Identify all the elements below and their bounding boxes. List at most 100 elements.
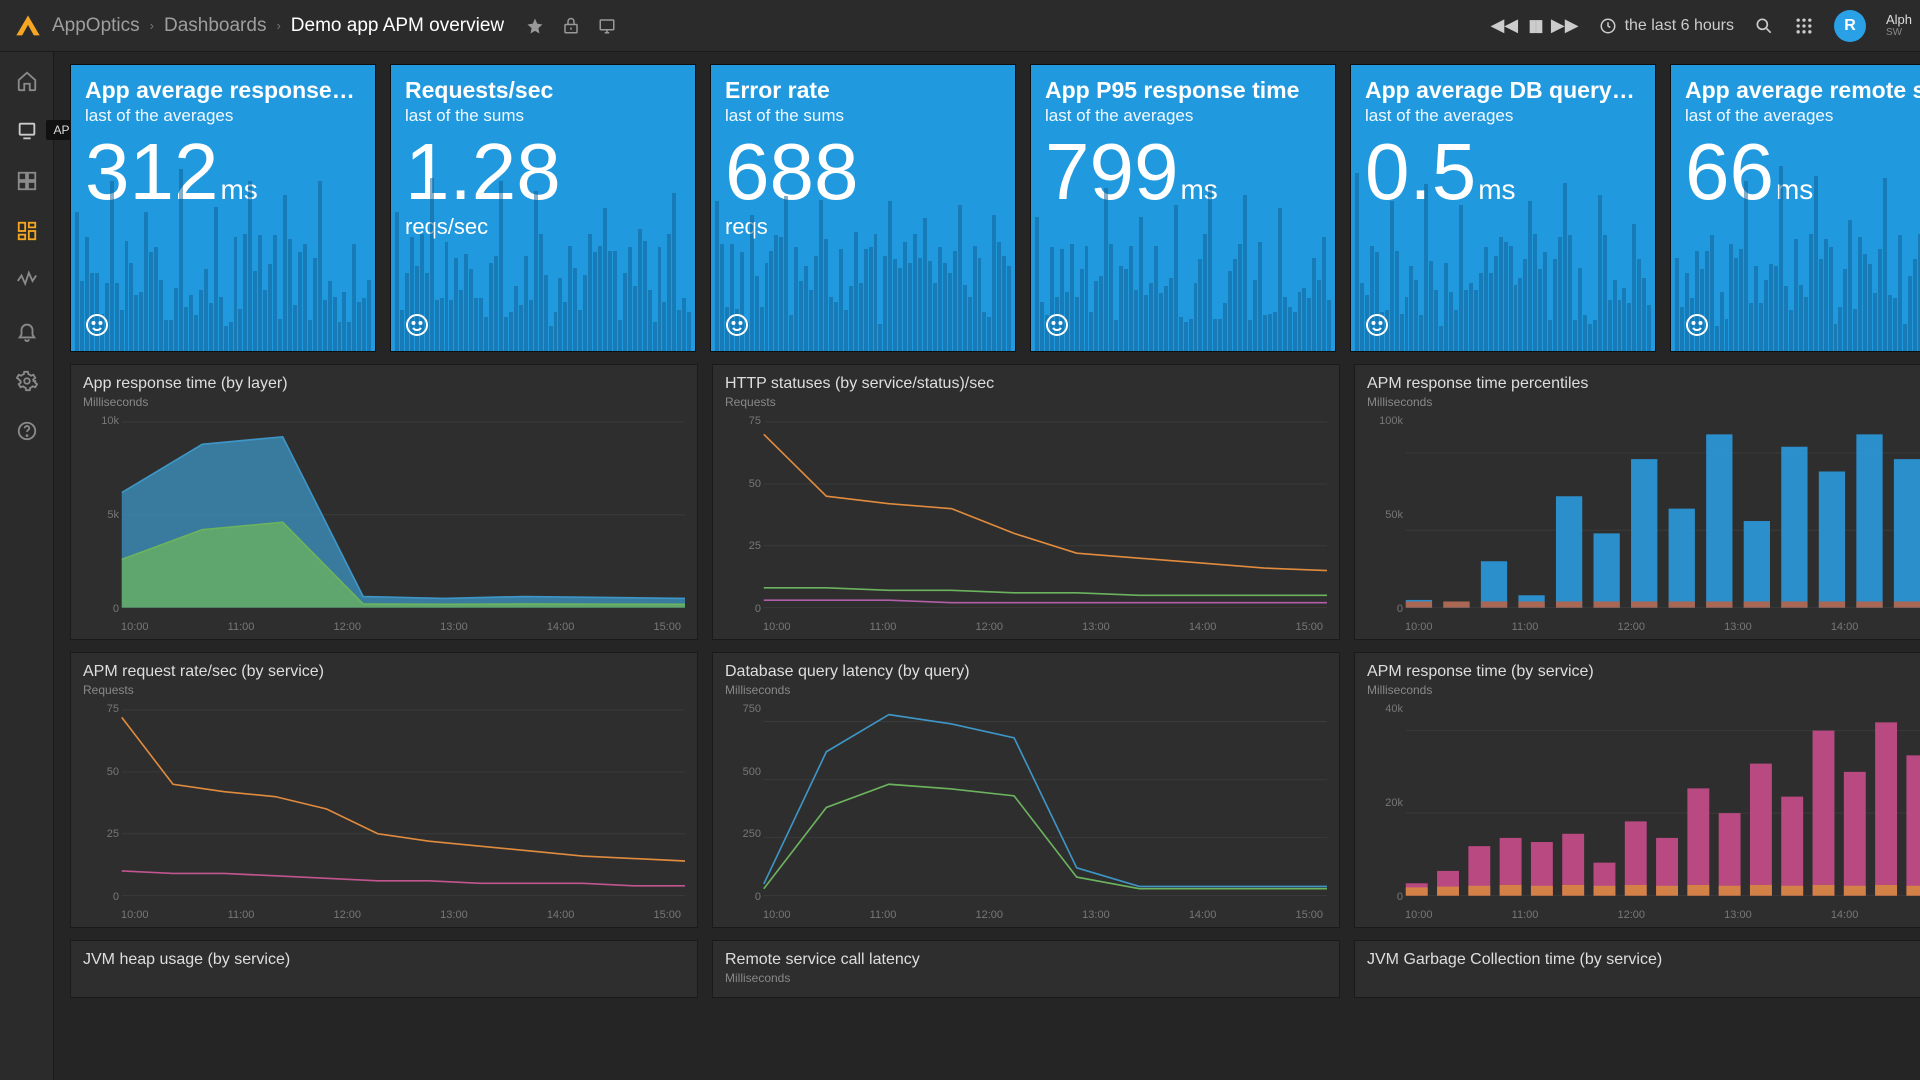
star-icon[interactable] xyxy=(526,17,544,35)
chevron-right-icon: › xyxy=(276,18,280,33)
chart-panel[interactable]: APM response time (by service) Milliseco… xyxy=(1354,652,1920,928)
chart-panel[interactable]: APM response time percentiles Millisecon… xyxy=(1354,364,1920,640)
timerange-picker[interactable]: the last 6 hours xyxy=(1599,17,1734,35)
panel-subtitle: Requests xyxy=(83,683,685,697)
panel-title: Remote service call latency xyxy=(725,951,1327,969)
x-axis: 10:0011:0012:0013:0014:0015:00 xyxy=(1405,621,1920,633)
chart-plot[interactable]: 10k5k0 10:0011:0012:0013:0014:0015:00 xyxy=(83,415,685,633)
tile-title: App average response ti… xyxy=(85,77,361,104)
breadcrumb: AppOptics › Dashboards › Demo app APM ov… xyxy=(52,15,504,37)
metrics-icon[interactable] xyxy=(16,270,38,292)
chart-row-3: JVM heap usage (by service) Remote servi… xyxy=(70,940,1920,998)
pause-icon[interactable]: ▮▮ xyxy=(1528,16,1541,36)
sidebar-rail: APM xyxy=(0,52,54,1080)
tile-sparkline xyxy=(391,181,695,351)
smiley-icon xyxy=(1685,313,1709,337)
metric-tile[interactable]: Error rate last of the sums 688 reqs xyxy=(710,64,1016,352)
x-axis: 10:0011:0012:0013:0014:0015:00 xyxy=(121,909,681,921)
smiley-icon xyxy=(1045,313,1069,337)
apps-grid-icon[interactable] xyxy=(1794,16,1814,36)
tile-sparkline xyxy=(1351,181,1655,351)
tile-subtitle: last of the averages xyxy=(1045,106,1321,126)
home-icon[interactable] xyxy=(16,70,38,92)
panel-subtitle: Milliseconds xyxy=(83,395,685,409)
metric-tile[interactable]: Requests/sec last of the sums 1.28 reqs/… xyxy=(390,64,696,352)
panel-title: APM response time percentiles xyxy=(1367,375,1920,393)
panel-title: JVM Garbage Collection time (by service) xyxy=(1367,951,1920,969)
share-icon[interactable] xyxy=(562,17,580,35)
panel-title: Database query latency (by query) xyxy=(725,663,1327,681)
chart-panel[interactable]: Remote service call latency Milliseconds xyxy=(712,940,1340,998)
tile-sparkline xyxy=(1031,181,1335,351)
forward-icon[interactable]: ▶▶ xyxy=(1551,15,1579,36)
y-axis: 40k20k0 xyxy=(1367,703,1403,903)
metric-tile[interactable]: App average remote se… last of the avera… xyxy=(1670,64,1920,352)
y-axis: 7550250 xyxy=(83,703,119,903)
panel-title: APM request rate/sec (by service) xyxy=(83,663,685,681)
y-axis: 7505002500 xyxy=(725,703,761,903)
user-label: Alph SW xyxy=(1886,13,1912,38)
breadcrumb-root[interactable]: AppOptics xyxy=(52,15,140,37)
tile-title: App average remote se… xyxy=(1685,77,1920,104)
topbar: AppOptics › Dashboards › Demo app APM ov… xyxy=(0,0,1920,52)
clock-icon xyxy=(1599,17,1617,35)
chart-plot[interactable]: 7550250 10:0011:0012:0013:0014:0015:00 xyxy=(725,415,1327,633)
y-axis: 10k5k0 xyxy=(83,415,119,615)
chart-row-2: APM request rate/sec (by service) Reques… xyxy=(70,652,1920,928)
avatar[interactable]: R xyxy=(1834,10,1866,42)
tile-title: App average DB query ti… xyxy=(1365,77,1641,104)
chart-plot[interactable]: 100k50k0 10:0011:0012:0013:0014:0015:00 xyxy=(1367,415,1920,633)
y-axis: 7550250 xyxy=(725,415,761,615)
chart-panel[interactable]: JVM Garbage Collection time (by service) xyxy=(1354,940,1920,998)
panel-subtitle: Requests xyxy=(725,395,1327,409)
chart-panel[interactable]: HTTP statuses (by service/status)/sec Re… xyxy=(712,364,1340,640)
x-axis: 10:0011:0012:0013:0014:0015:00 xyxy=(121,621,681,633)
panel-subtitle: Milliseconds xyxy=(1367,395,1920,409)
smiley-icon xyxy=(85,313,109,337)
chart-plot[interactable]: 40k20k0 10:0011:0012:0013:0014:0015:00 xyxy=(1367,703,1920,921)
chart-plot[interactable]: 7505002500 10:0011:0012:0013:0014:0015:0… xyxy=(725,703,1327,921)
panel-title: JVM heap usage (by service) xyxy=(83,951,685,969)
chart-panel[interactable]: App response time (by layer) Millisecond… xyxy=(70,364,698,640)
metric-tiles-row: App average response ti… last of the ave… xyxy=(70,64,1920,352)
y-axis: 100k50k0 xyxy=(1367,415,1403,615)
smiley-icon xyxy=(405,313,429,337)
alerts-icon[interactable] xyxy=(16,320,38,342)
panel-title: App response time (by layer) xyxy=(83,375,685,393)
x-axis: 10:0011:0012:0013:0014:0015:00 xyxy=(1405,909,1920,921)
tile-title: App P95 response time xyxy=(1045,77,1321,104)
chevron-right-icon: › xyxy=(150,18,154,33)
apm-icon[interactable]: APM xyxy=(16,120,38,142)
help-icon[interactable] xyxy=(16,420,38,442)
x-axis: 10:0011:0012:0013:0014:0015:00 xyxy=(763,621,1323,633)
panel-subtitle: Milliseconds xyxy=(725,971,1327,985)
smiley-icon xyxy=(725,313,749,337)
breadcrumb-current[interactable]: Demo app APM overview xyxy=(291,15,504,37)
dashboards-icon[interactable] xyxy=(16,220,38,242)
brand-logo-icon xyxy=(14,12,42,40)
timerange-label: the last 6 hours xyxy=(1625,17,1734,35)
search-icon[interactable] xyxy=(1754,16,1774,36)
present-icon[interactable] xyxy=(598,17,616,35)
metric-tile[interactable]: App average DB query ti… last of the ave… xyxy=(1350,64,1656,352)
breadcrumb-section[interactable]: Dashboards xyxy=(164,15,266,37)
grid-icon[interactable] xyxy=(16,170,38,192)
chart-panel[interactable]: JVM heap usage (by service) xyxy=(70,940,698,998)
playback-controls: ◀◀ ▮▮ ▶▶ xyxy=(1490,15,1578,36)
panel-subtitle: Milliseconds xyxy=(1367,683,1920,697)
rewind-icon[interactable]: ◀◀ xyxy=(1490,15,1518,36)
metric-tile[interactable]: App average response ti… last of the ave… xyxy=(70,64,376,352)
tile-subtitle: last of the averages xyxy=(85,106,361,126)
tile-title: Requests/sec xyxy=(405,77,681,104)
tile-sparkline xyxy=(71,181,375,351)
tile-subtitle: last of the averages xyxy=(1685,106,1920,126)
tile-subtitle: last of the sums xyxy=(405,106,681,126)
chart-row-1: App response time (by layer) Millisecond… xyxy=(70,364,1920,640)
chart-panel[interactable]: Database query latency (by query) Millis… xyxy=(712,652,1340,928)
metric-tile[interactable]: App P95 response time last of the averag… xyxy=(1030,64,1336,352)
x-axis: 10:0011:0012:0013:0014:0015:00 xyxy=(763,909,1323,921)
chart-plot[interactable]: 7550250 10:0011:0012:0013:0014:0015:00 xyxy=(83,703,685,921)
settings-icon[interactable] xyxy=(16,370,38,392)
chart-panel[interactable]: APM request rate/sec (by service) Reques… xyxy=(70,652,698,928)
tile-sparkline xyxy=(711,181,1015,351)
